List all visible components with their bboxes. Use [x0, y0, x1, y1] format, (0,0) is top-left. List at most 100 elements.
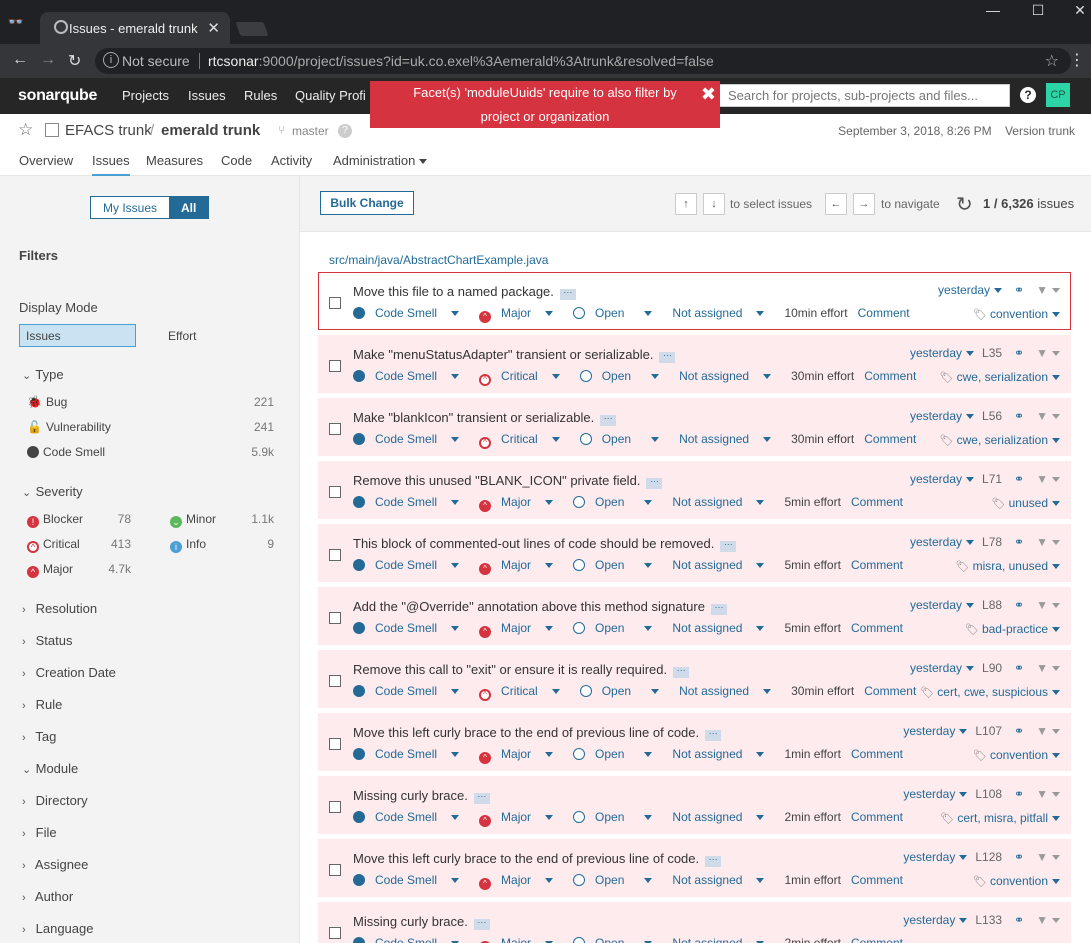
issue-message[interactable]: Make "menuStatusAdapter" transient or se… [353, 347, 676, 363]
reload-icon[interactable]: ↻ [68, 51, 81, 71]
issue-type[interactable]: Code Smell [353, 432, 469, 446]
issue-tags[interactable]: 🏷 convention [973, 748, 1060, 762]
issue-status[interactable]: Open [573, 936, 662, 943]
issue-severity[interactable]: ^ Critical [479, 684, 570, 701]
minimize-icon[interactable]: — [973, 2, 1013, 18]
issue-assignee[interactable]: Not assigned [672, 558, 774, 572]
address-bar[interactable]: i Not secure rtcsonar:9000/project/issue… [95, 48, 1071, 74]
favorite-star-icon[interactable]: ☆ [18, 120, 33, 140]
filter-icon[interactable]: ▼ [1036, 787, 1060, 801]
filter-icon[interactable]: ▼ [1036, 850, 1060, 864]
issue-severity[interactable]: ^ Major [479, 810, 563, 827]
issue-status[interactable]: Open [579, 369, 669, 383]
issue-message[interactable]: Move this file to a named package. ··· [353, 284, 576, 300]
facet-rule[interactable]: › Rule [22, 697, 62, 712]
issue-tags[interactable]: 🏷 bad-practice [965, 622, 1060, 636]
issue-severity[interactable]: ^ Major [479, 873, 563, 890]
facet-assignee[interactable]: › Assignee [22, 857, 88, 872]
issue-type[interactable]: Code Smell [353, 810, 469, 824]
issue-assignee[interactable]: Not assigned [672, 747, 774, 761]
issue-severity[interactable]: ^ Major [479, 495, 563, 512]
issue-date[interactable]: yesterday [910, 535, 975, 549]
issue-date[interactable]: yesterday [910, 472, 975, 486]
more-icon[interactable]: ··· [673, 666, 690, 678]
avatar[interactable]: CP [1046, 83, 1070, 107]
all-issues-button[interactable]: All [169, 197, 209, 218]
more-icon[interactable]: ··· [559, 288, 576, 300]
link-icon[interactable]: ⚭ [1014, 850, 1024, 864]
tab-measures[interactable]: Measures [146, 153, 203, 174]
issue-comment-link[interactable]: Comment [851, 558, 903, 572]
issue-row[interactable]: Make "blankIcon" transient or serializab… [318, 398, 1071, 456]
issue-comment-link[interactable]: Comment [864, 684, 916, 698]
issue-date[interactable]: yesterday [903, 787, 968, 801]
issue-date[interactable]: yesterday [938, 283, 1003, 297]
issue-date[interactable]: yesterday [910, 409, 975, 423]
issue-checkbox[interactable] [329, 297, 341, 309]
link-icon[interactable]: ⚭ [1014, 283, 1024, 297]
more-icon[interactable]: ··· [473, 792, 490, 804]
issue-row[interactable]: Missing curly brace.···Code Smell^MajorO… [318, 902, 1071, 943]
my-issues-button[interactable]: My Issues [91, 197, 170, 218]
type-vulnerability[interactable]: 🔓 Vulnerability [27, 420, 111, 434]
reload-icon[interactable]: ↻ [956, 192, 973, 217]
issue-row[interactable]: Make "menuStatusAdapter" transient or se… [318, 335, 1071, 393]
filter-icon[interactable]: ▼ [1036, 409, 1060, 423]
issue-severity[interactable]: ^ Critical [479, 369, 570, 386]
breadcrumb-org[interactable]: EFACS trunk [65, 122, 152, 139]
filter-icon[interactable]: ▼ [1036, 661, 1060, 675]
tab-overview[interactable]: Overview [19, 153, 73, 174]
global-search-input[interactable]: Search for projects, sub-projects and fi… [719, 84, 1010, 107]
more-icon[interactable]: ··· [646, 477, 663, 489]
back-icon[interactable]: ← [12, 51, 28, 69]
issue-severity[interactable]: ^ Major [479, 747, 563, 764]
facet-type[interactable]: ⌄ Type [22, 367, 64, 382]
nav-projects[interactable]: Projects [122, 88, 169, 103]
issue-comment-link[interactable]: Comment [851, 873, 903, 887]
issue-type[interactable]: Code Smell [353, 558, 469, 572]
issue-status[interactable]: Open [573, 306, 662, 320]
filter-icon[interactable]: ▼ [1036, 913, 1060, 927]
issue-row[interactable]: Add the "@Override" annotation above thi… [318, 587, 1071, 645]
issue-type[interactable]: Code Smell [353, 306, 469, 320]
issue-row[interactable]: This block of commented-out lines of cod… [318, 524, 1071, 582]
filter-icon[interactable]: ▼ [1036, 472, 1060, 486]
issue-type[interactable]: Code Smell [353, 747, 469, 761]
bookmark-star-icon[interactable]: ☆ [1045, 51, 1059, 71]
issue-date[interactable]: yesterday [903, 913, 968, 927]
issue-severity[interactable]: ^ Critical [479, 432, 570, 449]
issue-status[interactable]: Open [579, 684, 669, 698]
link-icon[interactable]: ⚭ [1014, 409, 1024, 423]
issue-row[interactable]: Move this left curly brace to the end of… [318, 839, 1071, 897]
tab-activity[interactable]: Activity [271, 153, 312, 174]
display-mode-issues[interactable]: Issues [19, 324, 136, 347]
facet-resolution[interactable]: › Resolution [22, 601, 97, 616]
display-mode-effort[interactable]: Effort [168, 329, 196, 343]
issue-type[interactable]: Code Smell [353, 684, 469, 698]
issue-tags[interactable]: 🏷 cwe, serialization [940, 433, 1060, 447]
issue-row[interactable]: Move this file to a named package. ··· Cod… [318, 272, 1071, 330]
link-icon[interactable]: ⚭ [1014, 724, 1024, 738]
help-icon[interactable]: ? [1020, 87, 1036, 103]
issue-assignee[interactable]: Not assigned [679, 432, 781, 446]
tab-issues[interactable]: Issues [92, 153, 130, 177]
nav-rules[interactable]: Rules [244, 88, 277, 103]
link-icon[interactable]: ⚭ [1014, 598, 1024, 612]
facet-creation-date[interactable]: › Creation Date [22, 665, 116, 680]
issue-message[interactable]: Remove this call to "exit" or ensure it … [353, 662, 690, 678]
issue-row[interactable]: Remove this call to "exit" or ensure it … [318, 650, 1071, 708]
issue-message[interactable]: Move this left curly brace to the end of… [353, 725, 722, 741]
close-icon[interactable]: ✖ [701, 82, 716, 106]
filter-icon[interactable]: ▼ [1036, 598, 1060, 612]
issue-row[interactable]: Missing curly brace.···Code Smell^MajorO… [318, 776, 1071, 834]
issue-tags[interactable]: 🏷 cert, cwe, suspicious [920, 685, 1060, 699]
issue-tags[interactable]: 🏷 cwe, serialization [940, 370, 1060, 384]
issue-tags[interactable]: 🏷 convention [973, 874, 1060, 888]
more-icon[interactable]: ··· [473, 918, 490, 930]
issue-status[interactable]: Open [573, 873, 662, 887]
issue-comment-link[interactable]: Comment [864, 369, 916, 383]
issue-message[interactable]: This block of commented-out lines of cod… [353, 536, 737, 552]
file-path-link[interactable]: src/main/java/AbstractChartExample.java [329, 253, 548, 267]
issue-checkbox[interactable] [329, 927, 341, 939]
tab-administration[interactable]: Administration [333, 153, 428, 174]
